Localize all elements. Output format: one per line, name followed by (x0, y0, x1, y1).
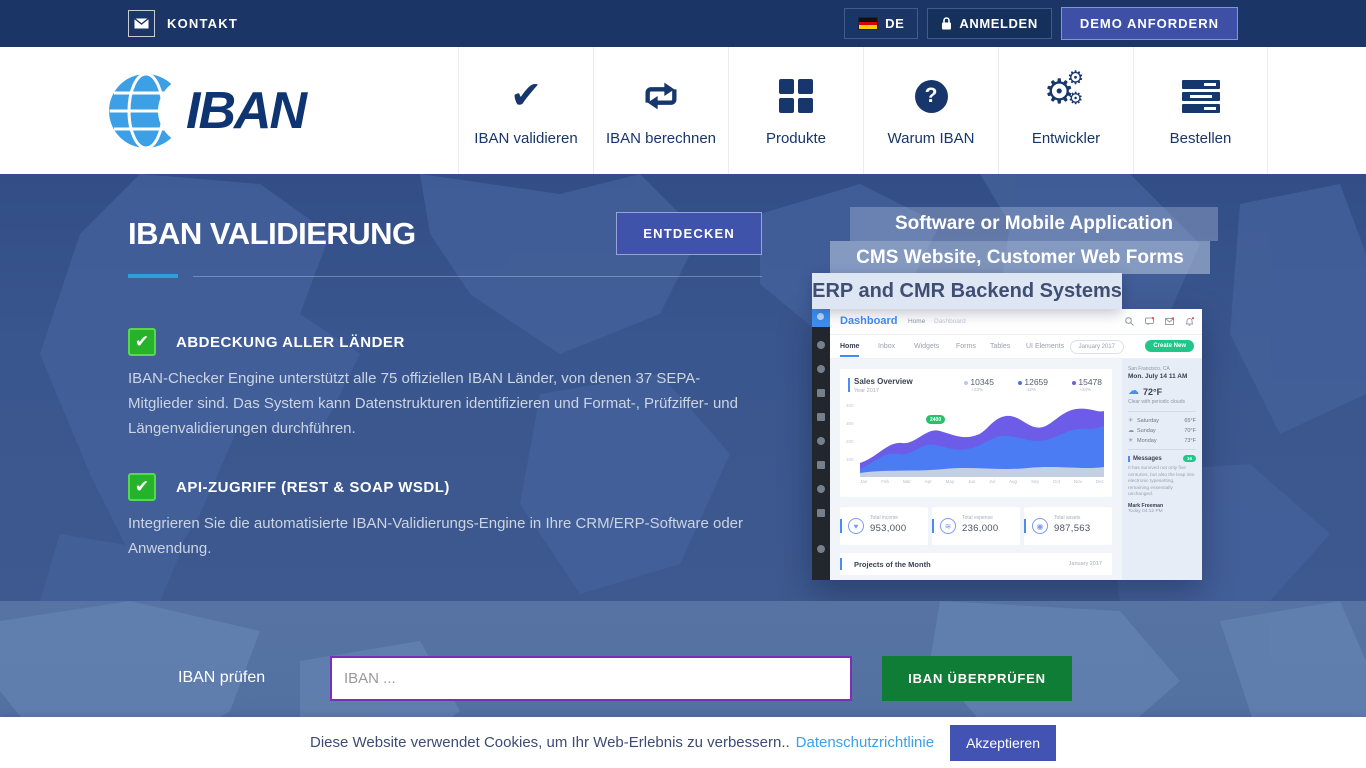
nav-item-produkte[interactable]: Produkte (728, 47, 863, 174)
mail-icon (1165, 317, 1174, 326)
feature-coverage-text: IBAN-Checker Engine unterstützt alle 75 … (128, 366, 762, 441)
lock-icon (941, 17, 952, 30)
kontakt-link[interactable]: KONTAKT (128, 10, 238, 37)
iban-input[interactable] (330, 656, 852, 701)
page-title: IBAN VALIDIERUNG (128, 216, 416, 252)
income-icon: ♥ (848, 518, 864, 534)
search-icon (1125, 317, 1134, 326)
total-expense-card: ≋ Total expense 236,000 (932, 507, 1020, 545)
nav-menu: ✔ IBAN validieren IBAN berechnen (458, 47, 1268, 174)
nav-item-bestellen[interactable]: Bestellen (1133, 47, 1268, 174)
feature-api: ✔ API-ZUGRIFF (REST & SOAP WSDL) (128, 473, 450, 501)
server-icon (1182, 74, 1220, 118)
sales-area-chart (860, 401, 1104, 477)
nav-item-warum-iban[interactable]: ? Warum IBAN (863, 47, 998, 174)
hero-section: IBAN VALIDIERUNG ENTDECKEN ✔ ABDECKUNG A… (0, 174, 1366, 601)
anmelden-label: ANMELDEN (959, 16, 1037, 31)
iban-logo[interactable]: IBAN (106, 71, 305, 151)
projects-of-month-card: Projects of the Month January 2017 (840, 553, 1112, 575)
cloud-icon: ☁ (1128, 386, 1139, 397)
language-selector[interactable]: DE (844, 8, 918, 39)
dashboard-app-icon (812, 309, 830, 327)
entdecken-button[interactable]: ENTDECKEN (616, 212, 762, 255)
bell-icon (1185, 317, 1194, 326)
chart-month-axis: JanFeb MarApr MayJun JulAug SepOct NovDe… (860, 479, 1104, 484)
german-flag-icon (858, 17, 878, 30)
dashboard-sidebar (812, 309, 830, 580)
dashboard-screenshot: Dashboard Home Dashboard Home Inbox Widg… (812, 309, 1202, 580)
chart-value-badge: 2400 (926, 415, 945, 424)
page: KONTAKT DE ANMELDEN DEMO ANFORDERN (0, 0, 1366, 768)
gears-icon: ⚙⚙⚙ (1044, 74, 1088, 118)
banner-software: Software or Mobile Application (850, 207, 1218, 241)
nav-item-iban-berechnen[interactable]: IBAN berechnen (593, 47, 728, 174)
main-navigation: IBAN ✔ IBAN validieren IBAN berechnen (0, 47, 1366, 174)
datenschutz-link[interactable]: Datenschutzrichtlinie (796, 734, 934, 751)
repeat-icon (641, 74, 681, 118)
sun-icon: ☀ (1128, 437, 1137, 444)
demo-anfordern-button[interactable]: DEMO ANFORDERN (1061, 7, 1238, 40)
messages-count-badge: 16 (1183, 455, 1196, 462)
cloud-icon: ☁ (1128, 427, 1137, 434)
create-new-button: Create New (1145, 340, 1194, 352)
top-bar: KONTAKT DE ANMELDEN DEMO ANFORDERN (0, 0, 1366, 47)
banner-cms: CMS Website, Customer Web Forms (830, 241, 1210, 274)
kontakt-label: KONTAKT (167, 16, 238, 31)
expense-icon: ≋ (940, 518, 956, 534)
logo-text: IBAN (186, 81, 305, 141)
nav-item-iban-validieren[interactable]: ✔ IBAN validieren (458, 47, 593, 174)
cookie-message: Diese Website verwendet Cookies, um Ihr … (310, 734, 790, 751)
green-check-icon: ✔ (128, 328, 156, 356)
dashboard-weather-panel: San Francisco, CA Mon. July 14 11 AM ☁ 7… (1122, 359, 1202, 580)
grid-icon (779, 74, 813, 118)
dashboard-tabs: Home Inbox Widgets Forms Tables UI Eleme… (830, 335, 1202, 359)
chat-icon (1145, 317, 1154, 326)
dashboard-period-select: January 2017 (1070, 340, 1124, 354)
iban-pruefen-label: IBAN prüfen (178, 669, 265, 687)
mail-icon (128, 10, 155, 37)
total-assets-card: ◉ Total assets 987,563 (1024, 507, 1112, 545)
anmelden-button[interactable]: ANMELDEN (927, 8, 1051, 39)
dashboard-header-icons (1125, 317, 1194, 326)
feature-coverage: ✔ ABDECKUNG ALLER LÄNDER (128, 328, 405, 356)
sun-icon: ☀ (1128, 417, 1137, 424)
dashboard-header: Dashboard Home Dashboard (830, 309, 1202, 335)
check-icon: ✔ (510, 74, 542, 118)
title-divider (128, 274, 762, 278)
green-check-icon: ✔ (128, 473, 156, 501)
akzeptieren-button[interactable]: Akzeptieren (950, 725, 1056, 761)
sales-overview-card: Sales Overview Year 2017 10345+23% 12659… (840, 369, 1112, 497)
question-icon: ? (915, 74, 948, 118)
language-label: DE (885, 16, 904, 31)
nav-item-entwickler[interactable]: ⚙⚙⚙ Entwickler (998, 47, 1133, 174)
cookie-consent-bar: Diese Website verwendet Cookies, um Ihr … (0, 717, 1366, 768)
topbar-actions: DE ANMELDEN DEMO ANFORDERN (844, 7, 1238, 40)
iban-ueberpruefen-button[interactable]: IBAN ÜBERPRÜFEN (882, 656, 1072, 701)
assets-icon: ◉ (1032, 518, 1048, 534)
feature-api-text: Integrieren Sie die automatisierte IBAN-… (128, 511, 762, 561)
total-income-card: ♥ Total income 953,000 (840, 507, 928, 545)
banner-erp: ERP and CMR Backend Systems (812, 273, 1122, 309)
dashboard-body: Sales Overview Year 2017 10345+23% 12659… (830, 359, 1122, 580)
